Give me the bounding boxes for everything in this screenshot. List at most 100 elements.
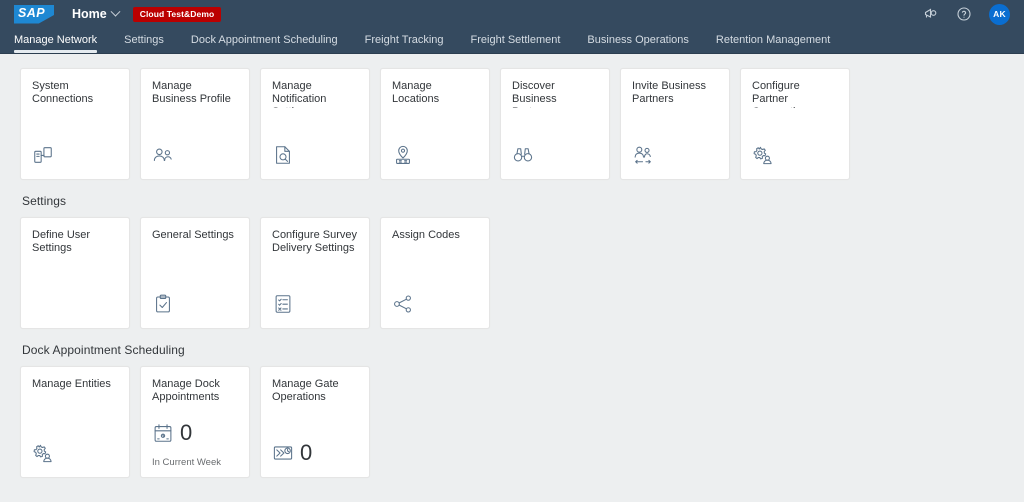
tile-icon-row	[512, 140, 598, 170]
shellbar: SAP Home Cloud Test&Demo AK	[0, 0, 1024, 28]
tile-body	[272, 140, 358, 170]
tile-discover-business-partners[interactable]: Discover Business Partners	[500, 68, 610, 180]
tile-row: System Connections Manage Business Profil…	[20, 68, 1004, 180]
tile-body: 0 In Current Week	[152, 418, 238, 469]
tile-manage-business-profile[interactable]: Manage Business Profile	[140, 68, 250, 180]
tile-body	[152, 140, 238, 170]
tile-page: System Connections Manage Business Profil…	[0, 54, 1024, 502]
tile-icon-row	[272, 289, 358, 319]
business-group-icon	[152, 144, 174, 166]
tile-title: Discover Business Partners	[512, 80, 557, 108]
tile-title: Manage Gate Operations	[272, 378, 339, 403]
people-exchange-icon	[632, 144, 654, 166]
tile-body	[32, 289, 118, 319]
tile-icon-row	[152, 140, 238, 170]
tile-icon-row	[752, 140, 838, 170]
tile-section: Dock Appointment Scheduling Manage Entiti…	[0, 329, 1024, 478]
tile-title: Manage Business Profile	[152, 80, 231, 105]
tile-section: Settings Define User Settings General Sett…	[0, 180, 1024, 329]
tile-manage-dock-appointments[interactable]: Manage Dock Appointments 0 In Current Week	[140, 366, 250, 478]
section-title: Settings	[22, 194, 67, 208]
nav-tab-retention-management[interactable]: Retention Management	[716, 34, 830, 53]
tile-manage-locations[interactable]: Manage Locations	[380, 68, 490, 180]
tile-body: 0	[272, 438, 358, 468]
tile-body	[32, 140, 118, 170]
tile-general-settings[interactable]: General Settings	[140, 217, 250, 329]
gear-person-icon	[752, 144, 774, 166]
tile-icon-row: 0	[272, 438, 358, 468]
survey-list-icon	[272, 293, 294, 315]
tile-title: Assign Codes	[392, 229, 460, 241]
tile-body	[392, 140, 478, 170]
nav-tab-freight-tracking[interactable]: Freight Tracking	[365, 34, 444, 53]
tile-configure-survey-delivery-settings[interactable]: Configure Survey Delivery Settings	[260, 217, 370, 329]
tile-body	[32, 438, 118, 468]
tile-invite-business-partners[interactable]: Invite Business Partners	[620, 68, 730, 180]
gear-person-icon	[32, 442, 54, 464]
kpi-value: 0	[300, 440, 313, 465]
tile-icon-row	[392, 289, 478, 319]
tile-section: System Connections Manage Business Profil…	[0, 54, 1024, 180]
avatar[interactable]: AK	[989, 3, 1010, 25]
tile-title: Configure Survey Delivery Settings	[272, 229, 357, 254]
tile-icon-row	[272, 140, 358, 170]
tile-icon-row	[632, 140, 718, 170]
nav-tab-freight-settlement[interactable]: Freight Settlement	[471, 34, 561, 53]
chevron-down-icon	[110, 6, 121, 17]
tile-title: Manage Entities	[32, 378, 111, 390]
tile-body	[272, 289, 358, 319]
tile-body	[632, 140, 718, 170]
megaphone-icon[interactable]	[921, 5, 939, 23]
tile-configure-partner-connections[interactable]: Configure Partner Connections	[740, 68, 850, 180]
tile-icon-row	[32, 438, 118, 468]
document-search-icon	[272, 144, 294, 166]
tile-define-user-settings[interactable]: Define User Settings	[20, 217, 130, 329]
tile-manage-gate-operations[interactable]: Manage Gate Operations 0	[260, 366, 370, 478]
tile-manage-notification-settings[interactable]: Manage Notification Settings	[260, 68, 370, 180]
sap-logo[interactable]: SAP	[14, 4, 54, 24]
nav-tab-manage-network[interactable]: Manage Network	[14, 34, 98, 53]
gate-clock-icon	[272, 442, 294, 464]
nav-tab-business-operations[interactable]: Business Operations	[587, 34, 689, 53]
kpi-subtitle: In Current Week	[152, 457, 221, 468]
nav-tab-settings[interactable]: Settings	[124, 34, 164, 53]
tile-manage-entities[interactable]: Manage Entities	[20, 366, 130, 478]
connected-devices-icon	[32, 144, 54, 166]
tile-row: Define User Settings General Settings Conf…	[20, 217, 1004, 329]
tile-title: Configure Partner Connections	[752, 80, 813, 108]
share-nodes-icon	[392, 293, 414, 315]
home-menu-button[interactable]: Home	[72, 6, 121, 21]
tile-system-connections[interactable]: System Connections	[20, 68, 130, 180]
tile-icon-row	[392, 140, 478, 170]
question-mark-icon[interactable]	[955, 5, 973, 23]
tile-title: Define User Settings	[32, 229, 91, 254]
shellbar-actions: AK	[921, 3, 1016, 25]
calendar-icon	[152, 422, 174, 444]
environment-badge: Cloud Test&Demo	[132, 6, 222, 22]
sap-logo-text: SAP	[18, 6, 45, 20]
tile-icon-row	[152, 289, 238, 319]
nav-tab-dock-appointment-scheduling[interactable]: Dock Appointment Scheduling	[191, 34, 338, 53]
clipboard-check-icon	[152, 293, 174, 315]
tile-row: Manage Entities Manage Dock Appointments 0…	[20, 366, 1004, 478]
tile-body	[752, 140, 838, 170]
tile-body	[152, 289, 238, 319]
tile-title: System Connections	[32, 80, 94, 105]
kpi-value: 0	[180, 420, 193, 445]
tile-icon-row: 0	[152, 418, 238, 448]
home-label: Home	[72, 7, 107, 21]
location-pin-icon	[392, 144, 414, 166]
tile-title: General Settings	[152, 229, 234, 241]
tile-assign-codes[interactable]: Assign Codes	[380, 217, 490, 329]
binoculars-icon	[512, 144, 534, 166]
tile-body	[392, 289, 478, 319]
tile-body	[512, 140, 598, 170]
section-title: Dock Appointment Scheduling	[22, 343, 185, 357]
tile-title: Manage Locations	[392, 80, 440, 105]
tile-title: Manage Notification Settings	[272, 80, 327, 108]
tile-icon-row	[32, 140, 118, 170]
main-navigation: Manage Network Settings Dock Appointment S…	[0, 28, 1024, 54]
tile-icon-placeholder	[32, 289, 118, 319]
tile-title: Invite Business Partners	[632, 80, 706, 105]
